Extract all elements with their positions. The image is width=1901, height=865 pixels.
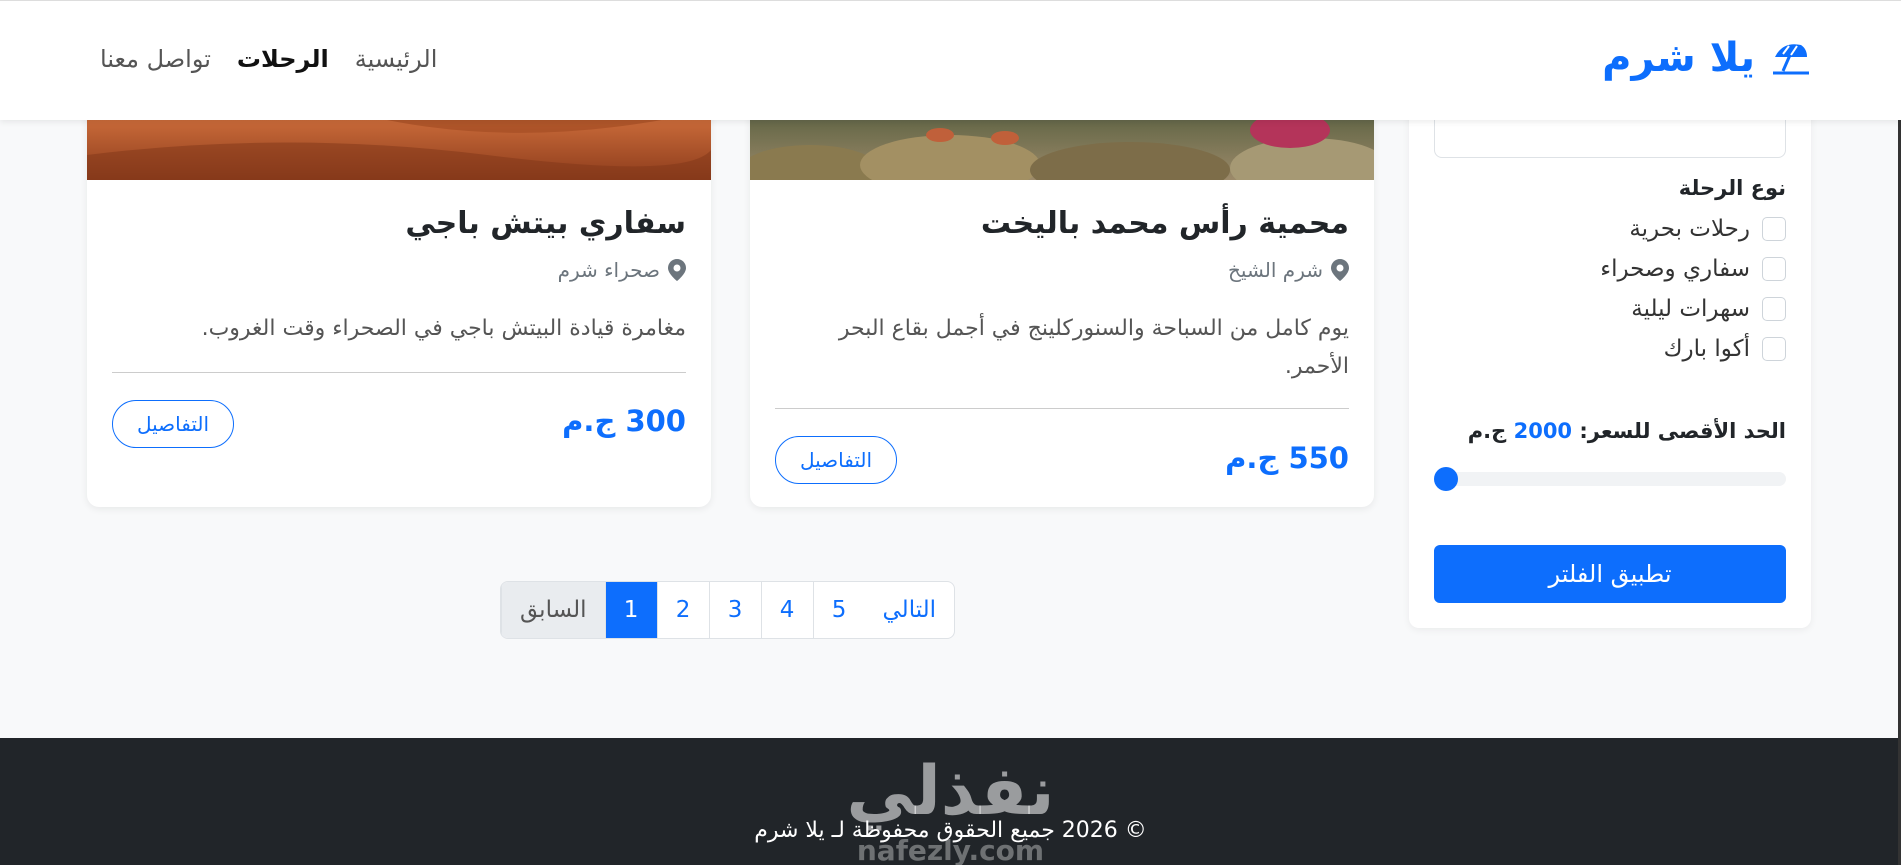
trip-type-night[interactable]: سهرات ليلية [1600, 296, 1786, 322]
trip-title: سفاري بيتش باجي [405, 206, 686, 241]
trip-location-text: شرم الشيخ [1228, 258, 1323, 282]
trip-type-label: سهرات ليلية [1631, 296, 1750, 322]
details-button[interactable]: التفاصيل [112, 400, 235, 448]
trip-card: محمية رأس محمد باليخت شرم الشيخ يوم كامل… [750, 60, 1374, 507]
trip-price: 300 ج.م [562, 404, 686, 438]
card-divider [112, 372, 686, 373]
apply-filter-button[interactable]: تطبيق الفلتر [1434, 545, 1786, 603]
nav-trips[interactable]: الرحلات [237, 45, 329, 73]
main-nav: الرئيسية الرحلات تواصل معنا [100, 45, 437, 73]
checkbox[interactable] [1762, 337, 1786, 361]
trip-price: 550 ج.م [1225, 441, 1349, 475]
pagination: السابق 1 2 3 4 5 التالي [500, 581, 956, 639]
max-price-value: 2000 [1513, 419, 1573, 443]
trip-title: محمية رأس محمد باليخت [980, 206, 1349, 241]
checkbox[interactable] [1762, 217, 1786, 241]
nav-contact[interactable]: تواصل معنا [100, 45, 211, 73]
details-button[interactable]: التفاصيل [775, 436, 898, 484]
trip-type-safari[interactable]: سفاري وصحراء [1600, 256, 1786, 282]
max-price-label: الحد الأقصى للسعر: [1579, 419, 1786, 443]
nav-home[interactable]: الرئيسية [355, 45, 438, 73]
trip-type-label: أكوا بارك [1663, 336, 1750, 362]
trip-type-aquapark[interactable]: أكوا بارك [1600, 336, 1786, 362]
trip-type-label: سفاري وصحراء [1600, 256, 1750, 282]
page-3[interactable]: 3 [708, 582, 761, 638]
trip-location: صحراء شرم [558, 258, 686, 282]
trip-location-text: صحراء شرم [557, 258, 660, 282]
footer: نفذلي © 2026 جميع الحقوق محفوظة لـ يلا ش… [0, 738, 1901, 865]
trip-type-list: رحلات بحرية سفاري وصحراء سهرات ليلية أكو… [1600, 216, 1786, 362]
map-pin-icon [1331, 259, 1349, 281]
trip-description: يوم كامل من السباحة والسنوركلينج في أجمل… [838, 316, 1349, 379]
price-range-slider[interactable] [1434, 467, 1786, 491]
trip-card: سفاري بيتش باجي صحراء شرم مغامرة قيادة ا… [87, 60, 711, 507]
trip-type-label: رحلات بحرية [1629, 216, 1750, 242]
filter-panel: نوع الرحلة رحلات بحرية سفاري وصحراء سهرا… [1409, 80, 1811, 628]
trip-location: شرم الشيخ [1228, 258, 1349, 282]
max-price-unit: ج.م [1467, 419, 1507, 443]
page-5[interactable]: 5 [812, 582, 865, 638]
checkbox[interactable] [1762, 297, 1786, 321]
brand-logo[interactable]: يلا شرم [1602, 35, 1811, 81]
card-divider [775, 408, 1349, 409]
trip-type-title: نوع الرحلة [1678, 176, 1786, 200]
page-1[interactable]: 1 [604, 582, 657, 638]
pagination-prev[interactable]: السابق [501, 582, 605, 638]
navbar: يلا شرم الرئيسية الرحلات تواصل معنا [0, 0, 1901, 120]
page-2[interactable]: 2 [656, 582, 709, 638]
pagination-next[interactable]: التالي [865, 582, 955, 638]
trip-type-sea[interactable]: رحلات بحرية [1600, 216, 1786, 242]
slider-thumb[interactable] [1434, 467, 1458, 491]
umbrella-beach-icon [1773, 44, 1809, 75]
watermark-url: nafezly.com [856, 834, 1045, 865]
checkbox[interactable] [1762, 257, 1786, 281]
trip-description: مغامرة قيادة البيتش باجي في الصحراء وقت … [201, 316, 686, 341]
brand-name: يلا شرم [1602, 35, 1755, 81]
page-4[interactable]: 4 [760, 582, 813, 638]
max-price-title: الحد الأقصى للسعر: 2000 ج.م [1468, 419, 1786, 443]
map-pin-icon [668, 259, 686, 281]
